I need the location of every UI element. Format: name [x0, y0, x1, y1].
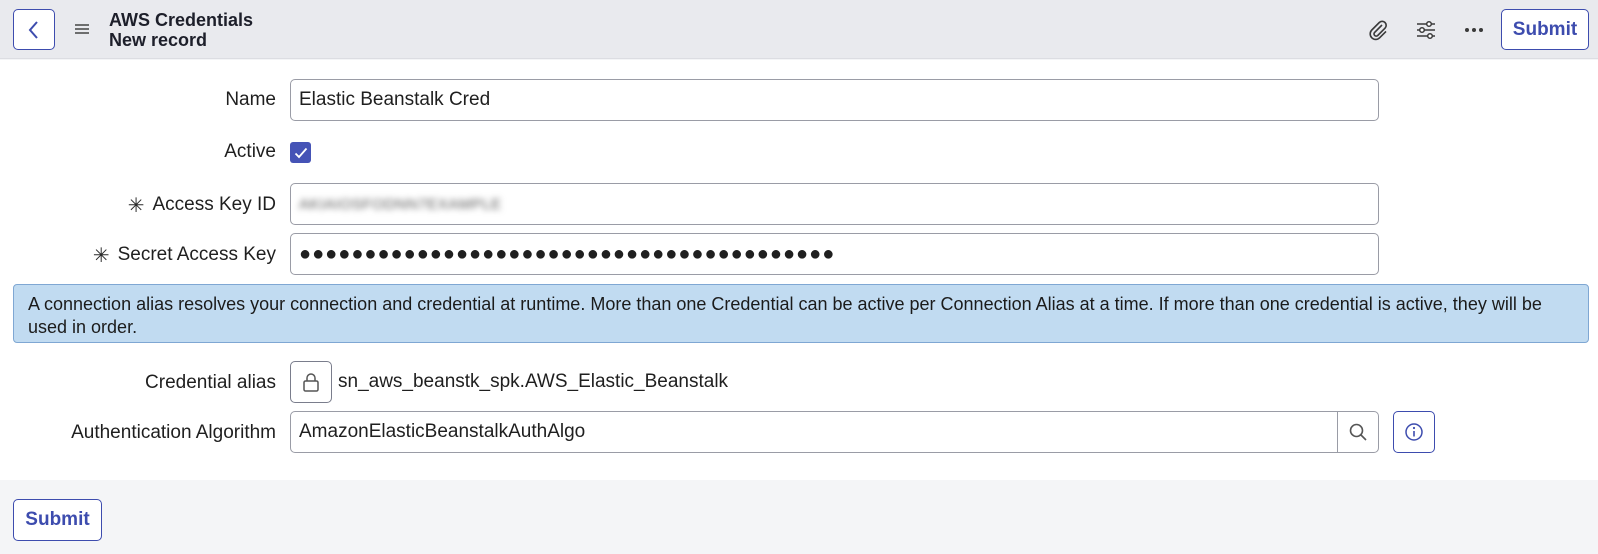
- secret-key-label-text: Secret Access Key: [117, 244, 276, 265]
- submit-button-footer[interactable]: Submit: [13, 499, 102, 541]
- auth-algorithm-input[interactable]: AmazonElasticBeanstalkAuthAlgo: [290, 411, 1338, 453]
- submit-button-header[interactable]: Submit: [1501, 9, 1589, 50]
- attachment-button[interactable]: [1364, 16, 1392, 44]
- info-icon: [1405, 423, 1423, 441]
- access-key-label-text: Access Key ID: [152, 194, 276, 215]
- personalize-form-button[interactable]: [1412, 16, 1440, 44]
- required-indicator-icon: ✳: [92, 244, 110, 267]
- lock-icon: [303, 373, 319, 392]
- credential-alias-label: Credential alias: [145, 371, 276, 395]
- access-key-value: AKIAIOSFODNN7EXAMPLE: [299, 195, 502, 213]
- record-state-subtitle: New record: [109, 30, 208, 50]
- info-message: A connection alias resolves your connect…: [13, 284, 1589, 343]
- more-actions-button[interactable]: [1460, 16, 1488, 44]
- more-icon: [1465, 28, 1483, 32]
- name-input[interactable]: Elastic Beanstalk Cred: [290, 79, 1379, 121]
- checkmark-icon: [294, 147, 307, 158]
- auth-algorithm-value: AmazonElasticBeanstalkAuthAlgo: [299, 421, 586, 442]
- page-title: AWS Credentials New record: [109, 10, 253, 50]
- menu-icon: [75, 24, 89, 34]
- form-header: AWS Credentials New record Submit: [0, 0, 1598, 59]
- active-label-text: Active: [224, 141, 276, 162]
- search-icon: [1349, 423, 1367, 441]
- auth-algorithm-label: Authentication Algorithm: [71, 421, 276, 445]
- secret-key-label: ✳ Secret Access Key: [93, 243, 276, 267]
- credential-alias-label-text: Credential alias: [145, 372, 276, 393]
- access-key-input[interactable]: AKIAIOSFODNN7EXAMPLE: [290, 183, 1379, 225]
- credential-alias-value: sn_aws_beanstk_spk.AWS_Elastic_Beanstalk: [338, 371, 729, 392]
- active-label: Active: [224, 140, 276, 164]
- name-value: Elastic Beanstalk Cred: [299, 89, 491, 110]
- name-label-text: Name: [225, 89, 276, 110]
- back-button[interactable]: [13, 9, 55, 50]
- sliders-icon: [1417, 20, 1435, 40]
- name-label: Name: [225, 88, 276, 112]
- menu-button[interactable]: [70, 17, 94, 41]
- secret-key-value: ●●●●●●●●●●●●●●●●●●●●●●●●●●●●●●●●●●●●●●●●…: [299, 242, 836, 265]
- record-type-title: AWS Credentials: [109, 10, 254, 30]
- paperclip-icon: [1369, 20, 1387, 41]
- preview-record-button[interactable]: [1393, 411, 1435, 453]
- required-indicator-icon: ✳: [127, 194, 145, 217]
- auth-algorithm-label-text: Authentication Algorithm: [71, 422, 276, 443]
- active-checkbox[interactable]: [290, 142, 311, 163]
- unlock-credential-alias-button[interactable]: [290, 361, 332, 403]
- lookup-auth-algorithm-button[interactable]: [1337, 411, 1379, 453]
- back-icon: [28, 20, 38, 39]
- secret-key-input[interactable]: ●●●●●●●●●●●●●●●●●●●●●●●●●●●●●●●●●●●●●●●●…: [290, 233, 1379, 275]
- access-key-label: ✳ Access Key ID: [128, 193, 276, 217]
